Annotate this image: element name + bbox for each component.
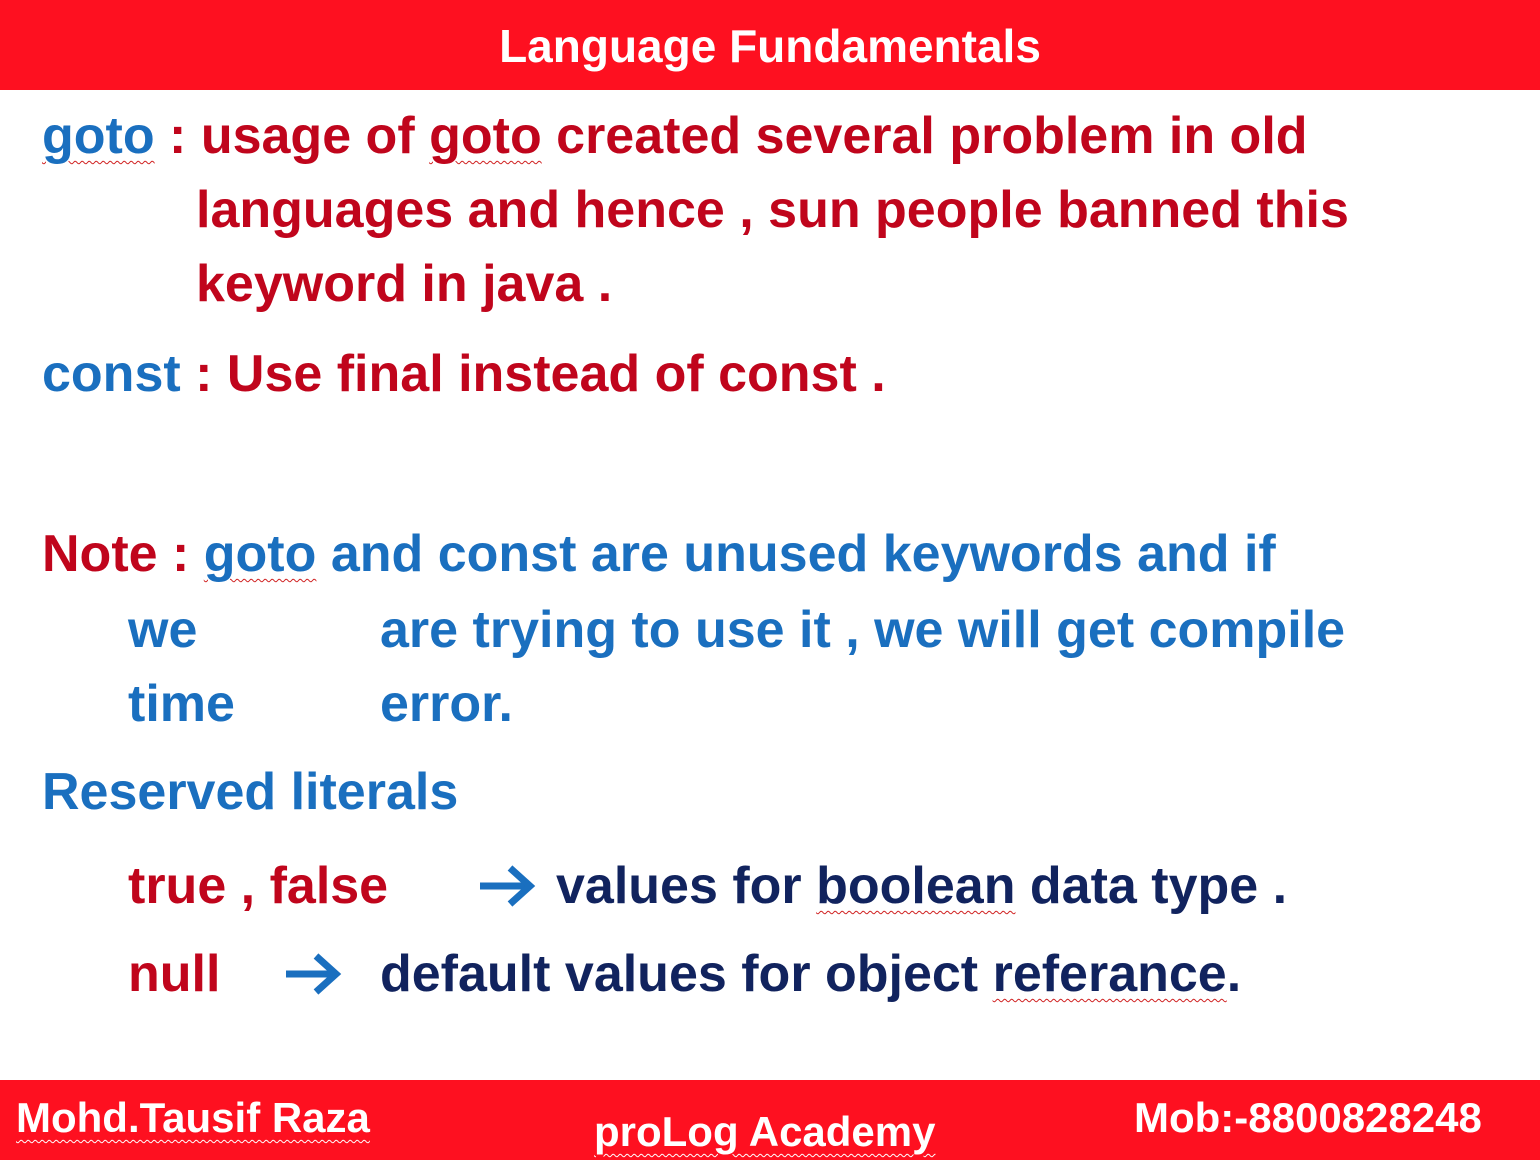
reserved-desc-1: values for boolean data type . <box>556 856 1287 916</box>
reserved-desc-2: default values for object referance. <box>380 944 1241 1004</box>
goto-line-3: keyword in java . <box>196 255 613 313</box>
right-arrow-icon <box>478 854 536 921</box>
desc-2-b: . <box>1226 945 1242 1003</box>
note-line-1: Note : goto and const are unused keyword… <box>42 524 1276 584</box>
note-line-3b: error. <box>380 675 513 733</box>
footer-banner: Mohd.Tausif Raza proLog Academy Mob:-880… <box>0 1080 1540 1160</box>
footer-mobile: Mob:-8800828248 <box>1134 1094 1482 1141</box>
desc-1-a: values for <box>556 857 817 915</box>
desc-1-boolean: boolean <box>816 857 1016 915</box>
goto-text-b: created several problem in old <box>541 107 1308 165</box>
goto-separator: : <box>154 107 187 165</box>
note-text-1: and const are unused keywords and if <box>316 525 1276 583</box>
desc-2-referance: referance <box>992 945 1227 1003</box>
const-separator: : <box>180 345 213 403</box>
header-banner: Language Fundamentals <box>0 0 1540 90</box>
note-goto: goto <box>203 525 317 583</box>
goto-inline-keyword: goto <box>429 107 542 165</box>
const-line: const : Use final instead of const . <box>42 344 886 404</box>
reserved-term-true-false: true , false <box>128 857 389 915</box>
note-line-2b: are trying to use it , we will get compi… <box>380 601 1346 659</box>
goto-keyword: goto <box>42 107 155 165</box>
reserved-heading: Reserved literals <box>42 763 459 821</box>
right-arrow-icon <box>284 942 342 1009</box>
footer-author: Mohd.Tausif Raza <box>16 1094 370 1141</box>
goto-line-2: languages and hence , sun people banned … <box>196 181 1349 239</box>
const-keyword: const <box>42 345 181 403</box>
note-line-3a: time <box>128 675 235 733</box>
goto-line-1: goto : usage of goto created several pro… <box>42 106 1308 166</box>
note-line-2a: we <box>128 601 198 659</box>
page-title: Language Fundamentals <box>499 20 1041 72</box>
goto-text-a: usage of <box>186 107 430 165</box>
const-text: Use final instead of const . <box>212 345 886 403</box>
footer-academy-text: proLog Academy <box>594 1108 936 1155</box>
desc-1-b: data type . <box>1015 857 1288 915</box>
desc-2-a: default values for object <box>380 945 993 1003</box>
note-label: Note : <box>42 525 190 583</box>
reserved-term-null: null <box>128 945 221 1003</box>
